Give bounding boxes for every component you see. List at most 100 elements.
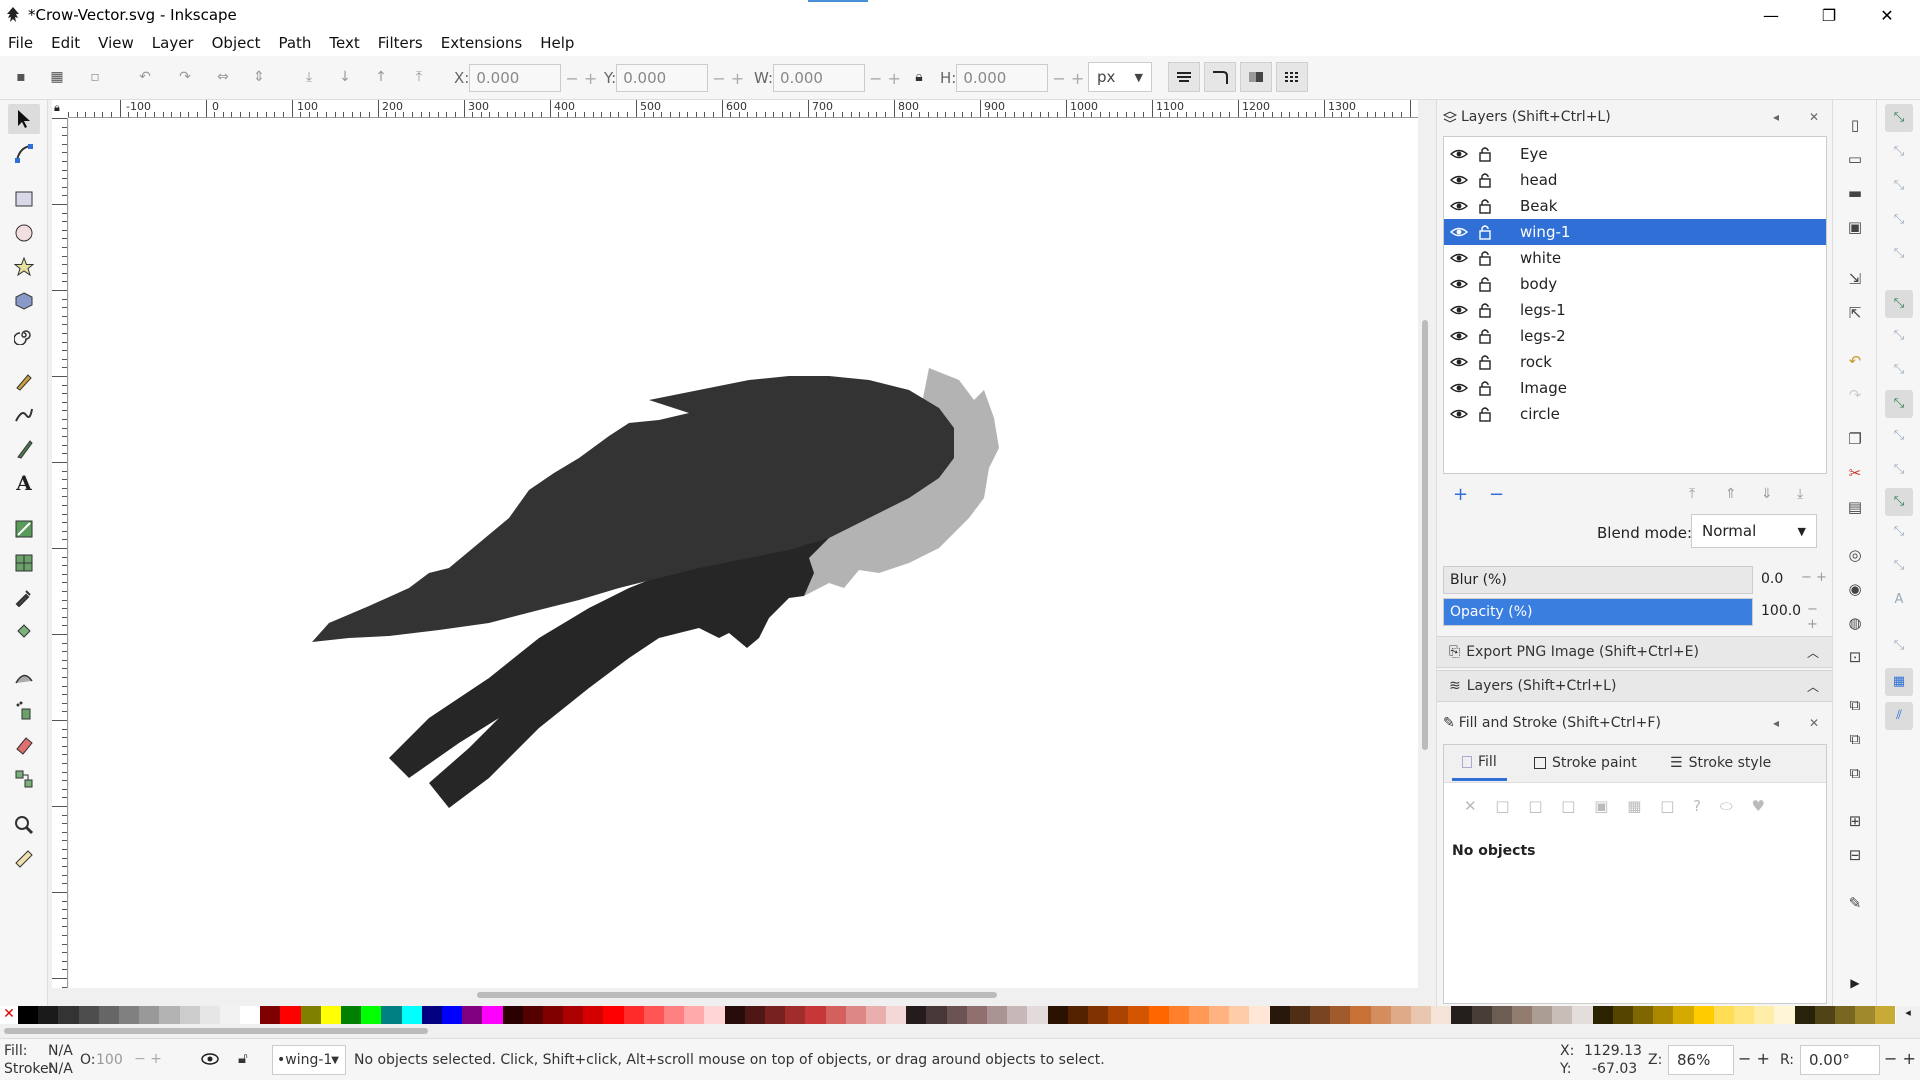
- color-swatch[interactable]: [1289, 1006, 1310, 1024]
- color-swatch[interactable]: [1168, 1006, 1189, 1024]
- color-swatch[interactable]: [1491, 1006, 1512, 1024]
- node-tool[interactable]: [8, 138, 40, 168]
- snap-paths-icon[interactable]: ⤡: [1885, 322, 1913, 350]
- rotate-stepper[interactable]: − +: [1884, 1049, 1916, 1068]
- snap-rotation-centers-icon[interactable]: ⤡: [1885, 552, 1913, 580]
- rotate-input[interactable]: 0.00°: [1800, 1045, 1880, 1075]
- snap-smooth-nodes-icon[interactable]: ⤡: [1885, 422, 1913, 450]
- eye-icon[interactable]: [1450, 355, 1468, 369]
- color-swatch[interactable]: [1733, 1006, 1755, 1024]
- clone-icon[interactable]: ⧉: [1844, 730, 1866, 752]
- panel-close-icon[interactable]: ✕: [1809, 716, 1819, 730]
- x-coordinate-field[interactable]: X: 0.000 − +: [454, 64, 597, 92]
- color-swatch[interactable]: [441, 1006, 463, 1024]
- snap-bbox-edge-icon[interactable]: ⤡: [1885, 172, 1913, 200]
- lock-icon[interactable]: [1478, 276, 1492, 292]
- lock-icon[interactable]: [1478, 302, 1492, 318]
- select-all-layers-icon[interactable]: ▦: [46, 66, 68, 88]
- color-swatch[interactable]: [583, 1006, 604, 1024]
- zoom-page-width-icon[interactable]: ⊡: [1844, 648, 1866, 670]
- paste-icon[interactable]: ▤: [1844, 498, 1866, 520]
- color-swatch[interactable]: [58, 1006, 79, 1024]
- layer-row[interactable]: wing-1: [1444, 219, 1826, 245]
- color-swatch[interactable]: [1108, 1006, 1129, 1024]
- maximize-button[interactable]: ❐: [1800, 0, 1858, 30]
- color-swatch[interactable]: [118, 1006, 140, 1024]
- color-swatch[interactable]: [1229, 1006, 1250, 1024]
- status-opacity-stepper[interactable]: − +: [134, 1051, 162, 1067]
- mesh-tool[interactable]: [8, 548, 40, 578]
- color-swatch[interactable]: [926, 1006, 947, 1024]
- zoom-input[interactable]: 86%: [1668, 1045, 1734, 1075]
- snap-midpoints-icon[interactable]: ⤡: [1885, 456, 1913, 484]
- color-swatch[interactable]: [1148, 1006, 1169, 1024]
- color-swatch[interactable]: [1754, 1006, 1775, 1024]
- color-swatch[interactable]: [199, 1006, 220, 1024]
- menu-path[interactable]: Path: [278, 34, 311, 52]
- color-swatch[interactable]: [1067, 1006, 1088, 1024]
- opacity-value[interactable]: 100.0: [1761, 603, 1801, 619]
- save-icon[interactable]: ▬: [1844, 184, 1866, 206]
- eye-icon[interactable]: [1450, 329, 1468, 343]
- lock-icon[interactable]: [1478, 406, 1492, 422]
- layer-row[interactable]: Eye: [1444, 141, 1826, 167]
- color-swatch[interactable]: [623, 1006, 644, 1024]
- color-swatch[interactable]: [704, 1006, 725, 1024]
- drawing-canvas[interactable]: [69, 118, 1418, 988]
- color-swatch[interactable]: [38, 1006, 59, 1024]
- color-swatch[interactable]: [159, 1006, 180, 1024]
- color-swatch[interactable]: [1370, 1006, 1391, 1024]
- color-swatch[interactable]: [1249, 1006, 1270, 1024]
- snap-intersections-icon[interactable]: ⤡: [1885, 356, 1913, 384]
- snap-page-border-icon[interactable]: ⤡: [1885, 632, 1913, 660]
- color-swatch[interactable]: [1390, 1006, 1411, 1024]
- color-swatch[interactable]: [542, 1006, 564, 1024]
- freehand-tool[interactable]: [8, 400, 40, 430]
- color-swatch[interactable]: [1128, 1006, 1149, 1024]
- unset-paint-icon[interactable]: ?: [1693, 797, 1701, 815]
- lock-icon[interactable]: [1478, 328, 1492, 344]
- width-field[interactable]: W: 0.000 − +: [754, 64, 901, 92]
- layer-row[interactable]: Image: [1444, 375, 1826, 401]
- color-swatch[interactable]: [240, 1006, 261, 1024]
- eye-icon[interactable]: [1450, 147, 1468, 161]
- no-color-swatch[interactable]: ✕: [0, 1006, 18, 1024]
- color-swatch[interactable]: [1431, 1006, 1452, 1024]
- menu-text[interactable]: Text: [329, 34, 359, 52]
- layer-row[interactable]: body: [1444, 271, 1826, 297]
- color-swatch[interactable]: [1209, 1006, 1230, 1024]
- fill-rule-nonzero-icon[interactable]: ♥: [1752, 797, 1765, 815]
- panel-iconify-icon[interactable]: ◂: [1773, 110, 1779, 124]
- color-swatch[interactable]: [1350, 1006, 1371, 1024]
- color-swatch[interactable]: [300, 1006, 321, 1024]
- color-swatch[interactable]: [1330, 1006, 1351, 1024]
- color-swatch[interactable]: [865, 1006, 887, 1024]
- layers-panel-tab[interactable]: ≋ Layers (Shift+Ctrl+L) ︿: [1437, 670, 1833, 702]
- export-png-panel-tab[interactable]: ⎘ Export PNG Image (Shift+Ctrl+E) ︿: [1437, 636, 1833, 668]
- lower-icon[interactable]: ↓: [334, 66, 356, 88]
- duplicate-icon[interactable]: ⧉: [1844, 696, 1866, 718]
- undo-icon[interactable]: ↶: [1844, 352, 1866, 374]
- rectangle-tool[interactable]: [8, 184, 40, 214]
- color-swatch[interactable]: [522, 1006, 543, 1024]
- color-swatch[interactable]: [1451, 1006, 1472, 1024]
- color-swatch[interactable]: [1653, 1006, 1674, 1024]
- color-swatch[interactable]: [98, 1006, 119, 1024]
- move-patterns-button[interactable]: [1276, 62, 1308, 92]
- unit-select[interactable]: px ▼: [1088, 62, 1152, 92]
- fill-rule-evenodd-icon[interactable]: ⬭: [1720, 797, 1733, 815]
- color-swatch[interactable]: [1188, 1006, 1210, 1024]
- y-stepper[interactable]: − +: [712, 69, 744, 88]
- new-document-icon[interactable]: ▯: [1844, 116, 1866, 138]
- deselect-icon[interactable]: ▫: [84, 66, 106, 88]
- snap-text-baseline-icon[interactable]: A: [1885, 586, 1913, 614]
- color-swatch[interactable]: [1027, 1006, 1048, 1024]
- color-swatch[interactable]: [1834, 1006, 1856, 1024]
- lock-icon[interactable]: [1478, 146, 1492, 162]
- color-swatch[interactable]: [1552, 1006, 1573, 1024]
- color-swatch[interactable]: [1855, 1006, 1876, 1024]
- color-swatch[interactable]: [946, 1006, 967, 1024]
- star-tool[interactable]: [8, 252, 40, 282]
- color-swatch[interactable]: [764, 1006, 786, 1024]
- tweak-tool[interactable]: [8, 662, 40, 692]
